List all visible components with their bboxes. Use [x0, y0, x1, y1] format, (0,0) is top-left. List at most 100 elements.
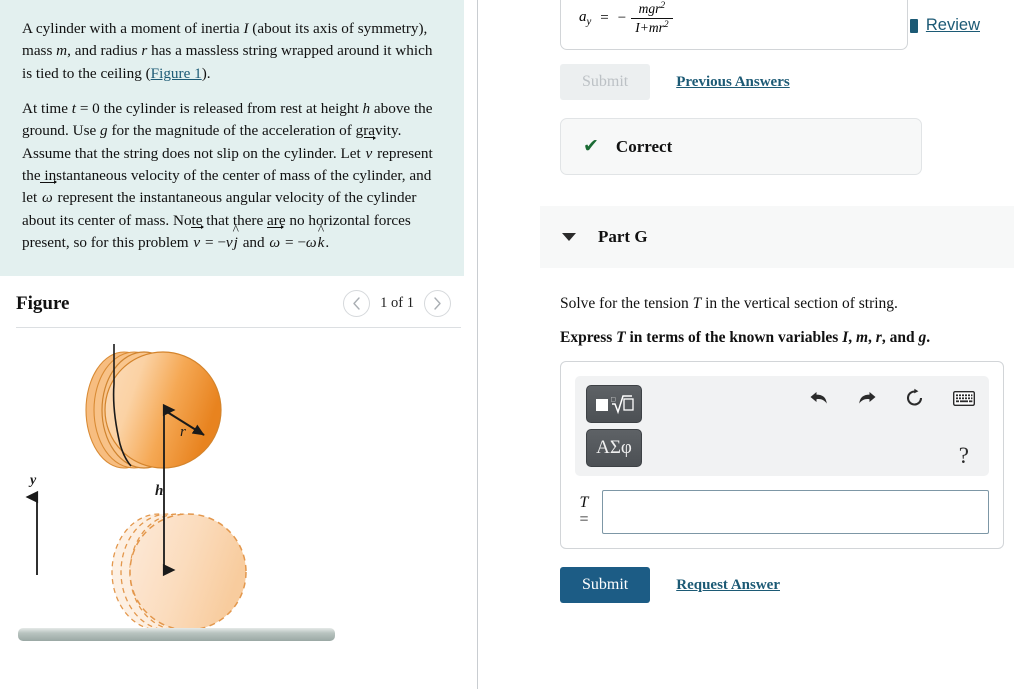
- answer-label-var: T: [579, 494, 589, 512]
- instr-c: ,: [848, 329, 856, 346]
- eq-fraction: mgr2 I+mr2: [631, 1, 673, 36]
- y-axis-label: y: [28, 473, 37, 488]
- p2-text-h: and: [238, 234, 269, 252]
- prompt-var-T: T: [692, 295, 702, 312]
- p1-text-e: ).: [201, 64, 211, 82]
- figure-next-button[interactable]: [424, 290, 451, 317]
- previous-part-actions: Submit Previous Answers: [560, 64, 1027, 100]
- instr-var-T: T: [616, 329, 626, 346]
- undo-button[interactable]: [809, 389, 829, 407]
- previous-answer-box: ay = − mgr2 I+mr2: [560, 0, 908, 50]
- greek-symbols-button[interactable]: ΑΣφ: [586, 429, 642, 467]
- eq-minus: −: [617, 10, 627, 26]
- p2-text-a: At time: [22, 100, 72, 118]
- ghost-cylinder: [111, 513, 247, 631]
- figure-header: Figure 1 of 1: [0, 276, 477, 317]
- left-pane: A cylinder with a moment of inertia I (a…: [0, 0, 478, 689]
- problem-paragraph-2: At time t = 0 the cylinder is released f…: [22, 98, 442, 254]
- cylinder-drop-diagram: r h y: [18, 344, 335, 641]
- caret-down-icon[interactable]: [562, 233, 576, 241]
- eq-num-text: mgr: [638, 1, 661, 16]
- instr-d: ,: [868, 329, 876, 346]
- chevron-right-icon: [434, 297, 441, 310]
- figure-diagram: r h y: [0, 332, 478, 680]
- prompt-a: Solve for the tension: [560, 295, 693, 312]
- eq-den-text: I+mr: [635, 20, 664, 35]
- part-g-instruction: Express T in terms of the known variable…: [560, 329, 1027, 347]
- y-axis-arrow: y: [25, 473, 39, 575]
- template-sqrt-button[interactable]: □: [586, 385, 642, 423]
- math-toolbar: □ ΑΣφ ?: [575, 376, 989, 476]
- undo-icon: [810, 392, 827, 404]
- right-pane: Review ay = − mgr2 I+mr2 Submit Previous…: [478, 0, 1027, 689]
- chevron-left-icon: [353, 297, 360, 310]
- eq-numerator: mgr2: [635, 1, 669, 18]
- instr-e: , and: [881, 329, 919, 346]
- instr-a: Express: [560, 329, 617, 346]
- redo-icon: [859, 392, 876, 404]
- eq-num-sup: 2: [660, 1, 666, 12]
- greek-button-label: ΑΣφ: [596, 437, 632, 458]
- reset-button[interactable]: [905, 388, 925, 408]
- p2-text-j: .: [325, 234, 330, 252]
- math-toolbar-icons: [809, 388, 975, 408]
- khat-unit-vector: k: [317, 223, 326, 254]
- math-help-button[interactable]: ?: [959, 443, 969, 469]
- part-g-prompt: Solve for the tension T in the vertical …: [560, 295, 1027, 313]
- eq-den-sup: 2: [663, 20, 669, 31]
- ground-surface: [18, 628, 335, 641]
- vec-v-1: v: [363, 135, 376, 165]
- var-h: h: [362, 100, 371, 118]
- vec-v-2: v: [191, 224, 204, 254]
- p2-text-b: = 0 the cylinder is released from rest a…: [76, 100, 363, 118]
- previous-answer-equation: ay = − mgr2 I+mr2: [579, 1, 673, 36]
- figure-divider: [16, 327, 461, 328]
- answer-label-equals: =: [579, 511, 589, 528]
- redo-button[interactable]: [857, 389, 877, 407]
- mastering-physics-page: A cylinder with a moment of inertia I (a…: [0, 0, 1027, 689]
- figure-prev-button[interactable]: [343, 290, 371, 317]
- p1-text-a: A cylinder with a moment of inertia: [22, 20, 244, 37]
- var-m: m: [56, 42, 68, 60]
- problem-statement: A cylinder with a moment of inertia I (a…: [0, 0, 464, 276]
- previous-answers-link[interactable]: Previous Answers: [676, 74, 789, 91]
- keyboard-icon: [953, 390, 975, 406]
- p1-text-c: , and radius: [67, 42, 142, 60]
- submit-button[interactable]: Submit: [560, 567, 651, 603]
- instr-var-m: m: [855, 329, 869, 346]
- p2-text-i: = −: [281, 234, 306, 252]
- correct-label: Correct: [615, 136, 673, 156]
- jhat-unit-vector: j: [233, 223, 239, 254]
- part-g-actions: Submit Request Answer: [560, 567, 1027, 603]
- height-label: h: [155, 483, 163, 499]
- figure-title: Figure: [16, 292, 70, 314]
- solid-cylinder: [85, 351, 222, 469]
- problem-paragraph-1: A cylinder with a moment of inertia I (a…: [22, 18, 442, 85]
- part-g-title: Part G: [598, 227, 648, 246]
- vec-omega-1: ω: [40, 180, 57, 209]
- var-v-3: v: [225, 234, 233, 252]
- correct-feedback-box: ✔ Correct: [560, 118, 922, 175]
- p2-text-g: = −: [201, 234, 226, 252]
- var-g: g: [100, 122, 108, 140]
- answer-input[interactable]: [602, 490, 989, 534]
- part-g-header[interactable]: Part G: [540, 206, 1014, 268]
- prompt-b: in the vertical section of string.: [701, 295, 898, 312]
- previous-submit-button[interactable]: Submit: [560, 64, 651, 100]
- radius-label: r: [180, 424, 186, 440]
- figure-1-link[interactable]: Figure 1: [151, 65, 202, 82]
- instr-f: .: [926, 329, 931, 346]
- request-answer-link[interactable]: Request Answer: [676, 577, 780, 594]
- check-icon: ✔: [583, 136, 599, 157]
- right-pane-content: ay = − mgr2 I+mr2 Submit Previous Answer…: [540, 0, 1027, 603]
- vec-omega-2: ω: [267, 224, 284, 254]
- svg-text:□: □: [611, 396, 616, 404]
- answer-input-label: T =: [575, 494, 593, 529]
- eq-equals: =: [600, 10, 609, 26]
- answer-entry-card: □ ΑΣφ ? T =: [560, 361, 1004, 549]
- var-omega-3: ω: [305, 234, 317, 252]
- eq-lhs-sub: y: [586, 15, 592, 28]
- answer-input-row: T =: [575, 490, 989, 534]
- keyboard-button[interactable]: [953, 390, 975, 406]
- instr-b: in terms of the known variables: [625, 329, 843, 346]
